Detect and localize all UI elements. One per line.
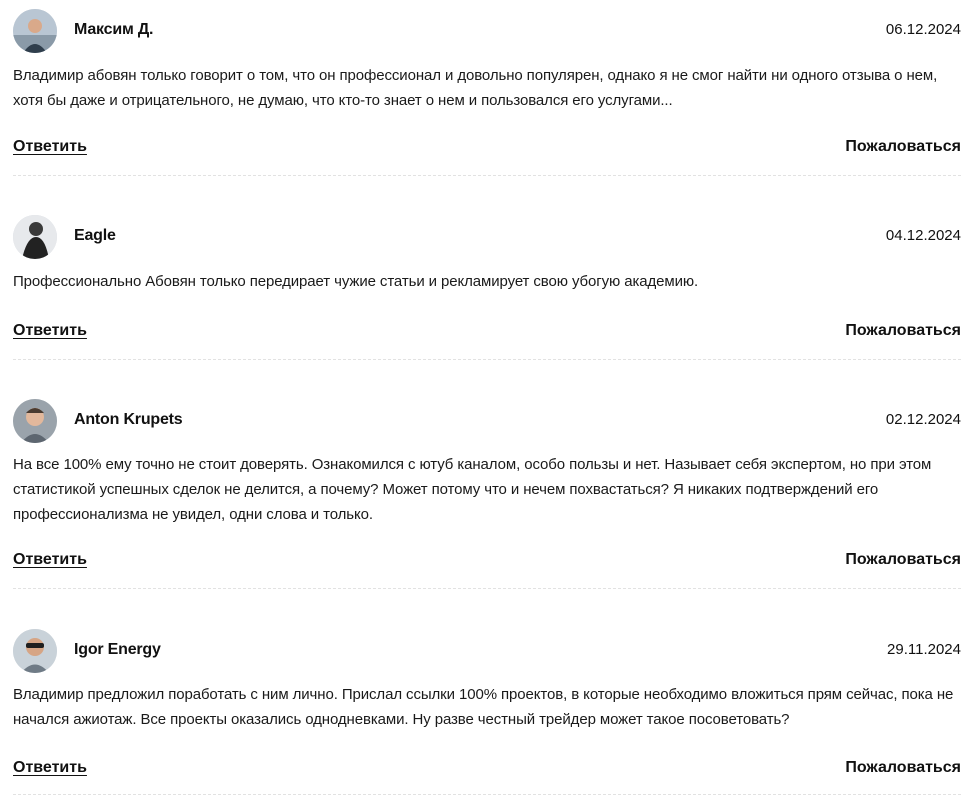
comment-text: Владимир предложил поработать с ним личн… bbox=[13, 686, 954, 728]
comment-date: 29.11.2024 bbox=[887, 641, 961, 658]
avatar-photo-icon[interactable] bbox=[13, 215, 57, 259]
comment-divider bbox=[13, 359, 961, 360]
comment-actions: Ответить Пожаловаться bbox=[13, 322, 961, 344]
reply-button[interactable]: Ответить bbox=[13, 138, 87, 156]
report-button[interactable]: Пожаловаться bbox=[845, 138, 961, 156]
comment-author[interactable]: Igor Energy bbox=[74, 641, 161, 659]
comment-author[interactable]: Eagle bbox=[74, 227, 116, 245]
comment-item: Eagle 04.12.2024 Профессионально Абовян … bbox=[13, 215, 961, 360]
comment-actions: Ответить Пожаловаться bbox=[13, 551, 961, 573]
comment-item: Igor Energy 29.11.2024 Владимир предложи… bbox=[13, 629, 961, 795]
comment-text: Профессионально Абовян только передирает… bbox=[13, 273, 699, 290]
comment-author[interactable]: Максим Д. bbox=[74, 21, 153, 39]
comment-divider bbox=[13, 175, 961, 176]
reply-button[interactable]: Ответить bbox=[13, 551, 87, 569]
comment-actions: Ответить Пожаловаться bbox=[13, 759, 961, 781]
comment-divider bbox=[13, 794, 961, 795]
comment-date: 04.12.2024 bbox=[885, 227, 961, 244]
avatar-photo-icon[interactable] bbox=[13, 629, 57, 673]
comment-actions: Ответить Пожаловаться bbox=[13, 138, 961, 160]
report-button[interactable]: Пожаловаться bbox=[845, 759, 961, 777]
reply-button[interactable]: Ответить bbox=[13, 759, 87, 777]
reply-button[interactable]: Ответить bbox=[13, 322, 87, 340]
comment-header: Igor Energy 29.11.2024 bbox=[13, 629, 961, 673]
comment-text: На все 100% ему точно не стоит доверять.… bbox=[13, 456, 932, 523]
comment-item: Anton Krupets 02.12.2024 На все 100% ему… bbox=[13, 399, 961, 589]
avatar-photo-icon[interactable] bbox=[13, 9, 57, 53]
comment-date: 06.12.2024 bbox=[885, 21, 961, 38]
comment-author[interactable]: Anton Krupets bbox=[74, 411, 183, 429]
avatar-photo-icon[interactable] bbox=[13, 399, 57, 443]
comment-divider bbox=[13, 588, 961, 589]
report-button[interactable]: Пожаловаться bbox=[845, 322, 961, 340]
comment-header: Eagle 04.12.2024 bbox=[13, 215, 961, 259]
comment-item: Максим Д. 06.12.2024 Владимир абовян тол… bbox=[13, 9, 961, 176]
comment-header: Anton Krupets 02.12.2024 bbox=[13, 399, 961, 443]
comment-header: Максим Д. 06.12.2024 bbox=[13, 9, 961, 53]
comment-text: Владимир абовян только говорит о том, чт… bbox=[13, 67, 938, 109]
report-button[interactable]: Пожаловаться bbox=[845, 551, 961, 569]
comment-date: 02.12.2024 bbox=[885, 411, 961, 428]
